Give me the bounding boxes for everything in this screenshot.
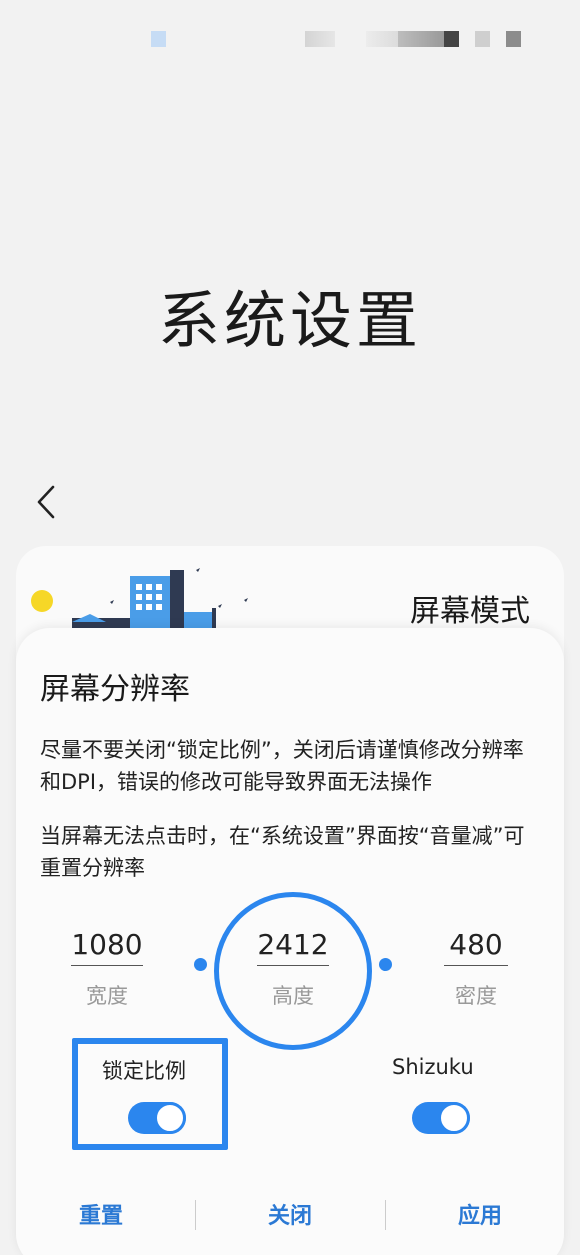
page-title: 系统设置 [157,284,422,357]
screen-mode-title: 屏幕模式 [410,594,530,629]
city-illustration [72,568,248,634]
width-label: 宽度 [86,984,128,1008]
toggle-knob [154,1102,186,1134]
height-label: 高度 [272,984,314,1008]
height-field[interactable]: 2412 高度 [248,928,338,1010]
resolution-dialog: 屏幕分辨率 尽量不要关闭“锁定比例”，关闭后请谨慎修改分辨率和DPI，错误的修改… [16,628,564,1255]
dialog-reset-hint-text: 当屏幕无法点击时，在“系统设置”界面按“音量减”可重置分辨率 [40,824,525,880]
height-input[interactable]: 2412 [257,928,329,966]
width-field[interactable]: 1080 宽度 [62,928,152,1010]
separator-dot [194,958,207,971]
status-icon [475,31,490,47]
status-icon [151,31,166,47]
density-input[interactable]: 480 [444,928,508,966]
chevron-left-icon [37,485,55,519]
back-button[interactable] [26,480,66,524]
reset-button[interactable]: 重置 [26,1198,176,1230]
close-button[interactable]: 关闭 [215,1198,365,1230]
width-input[interactable]: 1080 [71,928,143,966]
sun-icon [31,590,53,612]
toggle-knob [438,1102,470,1134]
action-divider [385,1200,386,1230]
status-icon [305,31,335,47]
action-divider [195,1200,196,1230]
shizuku-label: Shizuku [392,1055,474,1079]
apply-button[interactable]: 应用 [405,1198,555,1230]
density-label: 密度 [455,984,497,1008]
status-icon [444,31,459,47]
separator-dot [379,958,392,971]
status-icon [366,31,398,47]
dialog-title: 屏幕分辨率 [40,672,190,707]
screen: 系统设置 屏幕模式 屏幕分辨率 尽量不要关闭“锁定比例”，关闭后请谨慎修改分辨率… [0,0,580,1255]
status-bar [0,0,580,70]
lock-ratio-toggle[interactable] [128,1102,186,1134]
status-icon [398,31,444,47]
dialog-actions: 重置 关闭 应用 [16,1198,564,1234]
dialog-warning-text: 尽量不要关闭“锁定比例”，关闭后请谨慎修改分辨率和DPI，错误的修改可能导致界面… [40,738,524,794]
battery-icon [506,31,521,47]
shizuku-toggle[interactable] [412,1102,470,1134]
lock-ratio-label: 锁定比例 [102,1059,186,1083]
density-field[interactable]: 480 密度 [431,928,521,1010]
